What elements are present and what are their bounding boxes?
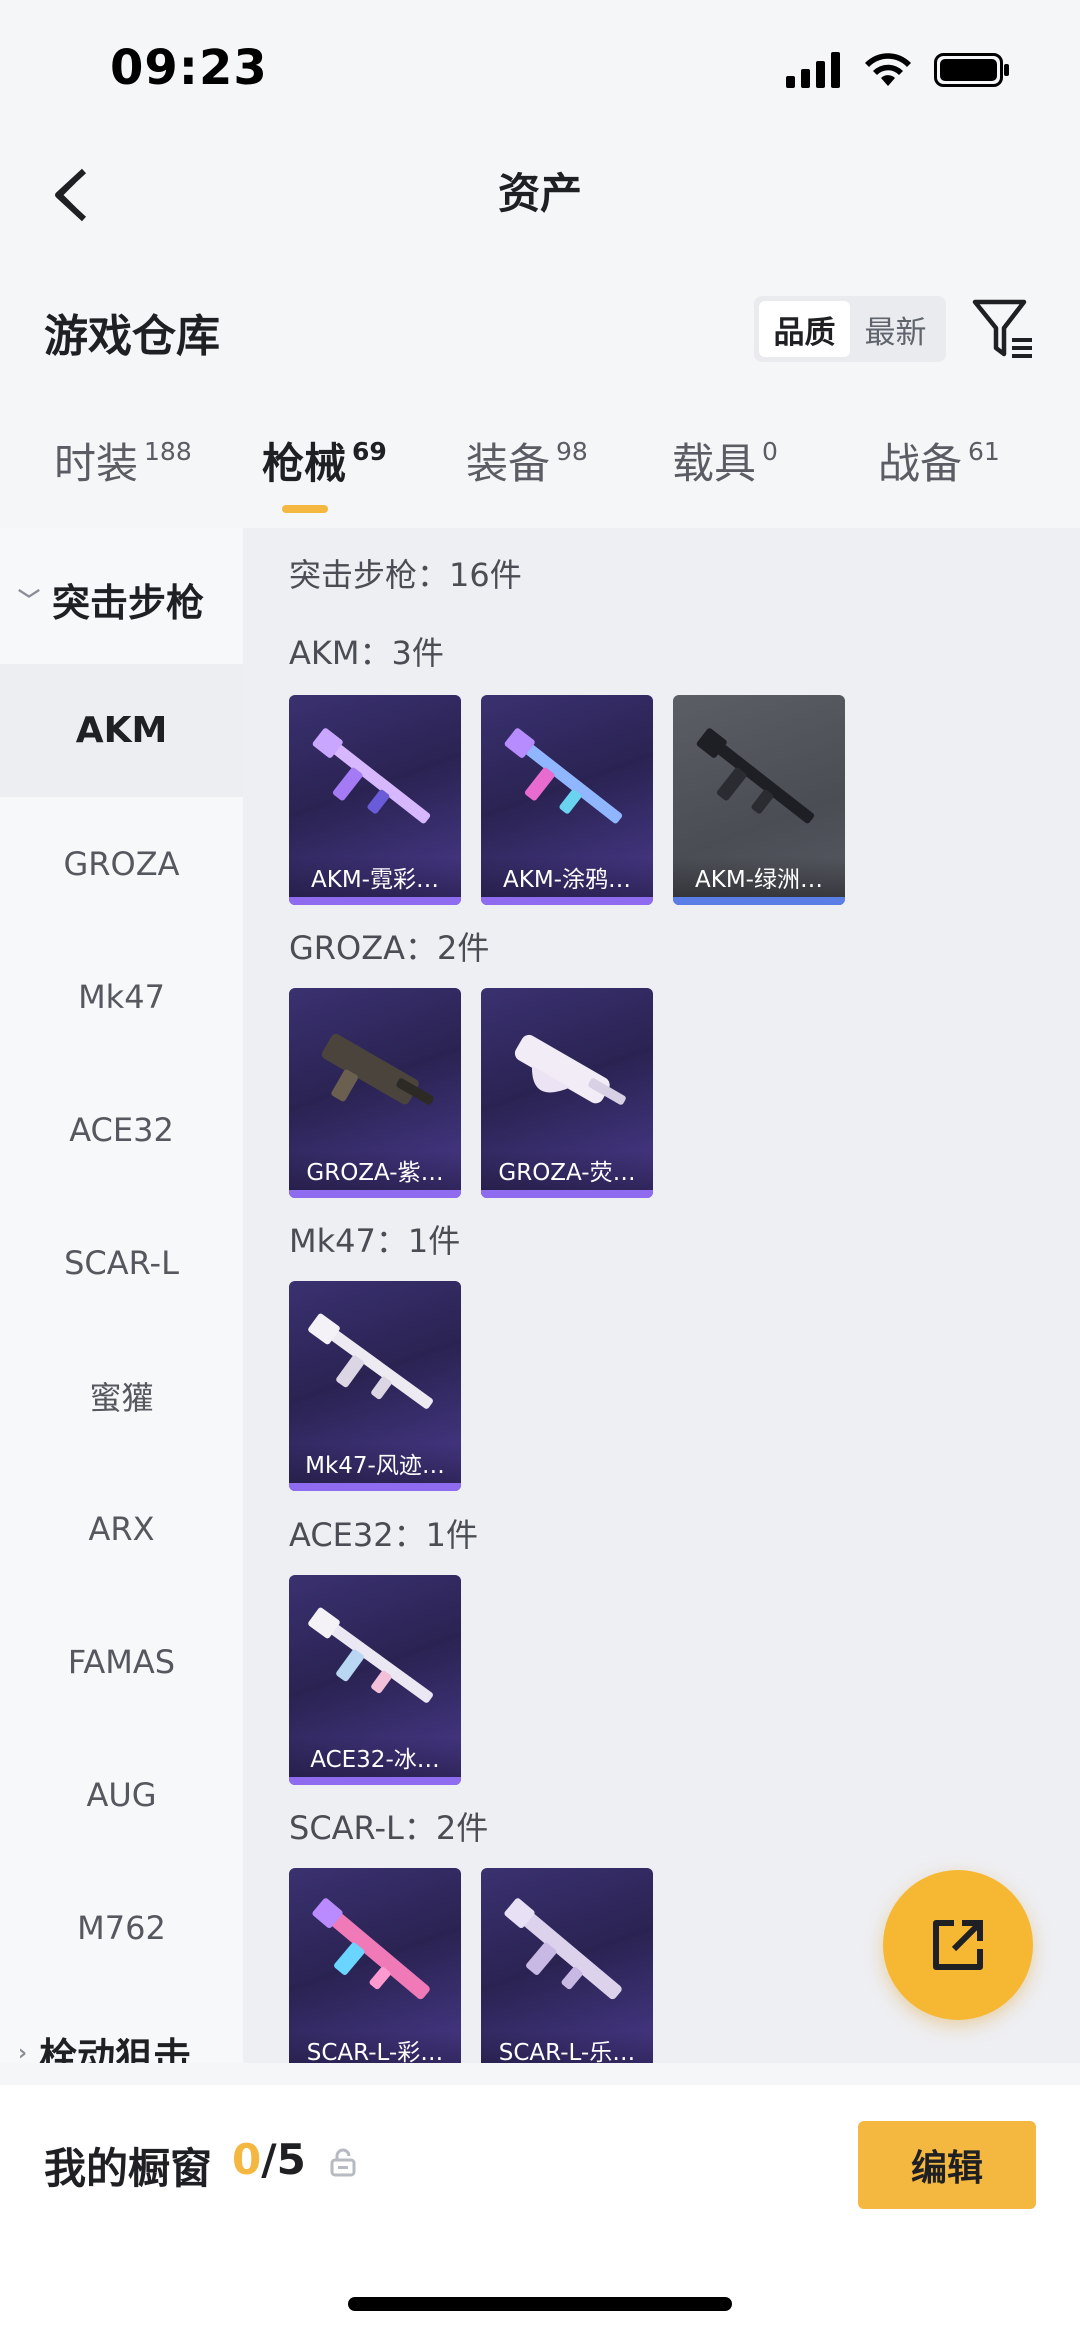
tab-label: 战备 xyxy=(878,439,963,488)
warehouse-title: 游戏仓库 xyxy=(44,311,220,362)
sidebar-group-bolt-action[interactable]: › 栓动狙击 xyxy=(0,1988,243,2064)
nav-bar: 资产 xyxy=(0,130,1080,250)
tab-label: 枪械 xyxy=(262,439,347,488)
tab-equipment[interactable]: 装备 98 xyxy=(466,430,588,520)
tab-count: 0 xyxy=(762,437,778,466)
showcase-total: /5 xyxy=(261,2135,306,2184)
category-tabs: 时装 188 枪械 69 装备 98 载具 0 战备 61 xyxy=(0,430,1080,520)
sidebar-item-groza[interactable]: GROZA xyxy=(0,797,243,930)
tab-count: 69 xyxy=(352,437,387,466)
section-header-ace32: ACE32：1件 xyxy=(289,1516,478,1554)
weapon-card[interactable]: AKM-绿洲… xyxy=(673,695,845,905)
rifle-icon xyxy=(321,1033,434,1105)
weapon-card-name: GROZA-紫… xyxy=(289,1150,461,1190)
tab-supplies[interactable]: 战备 61 xyxy=(878,430,1000,520)
weapon-card[interactable]: ACE32-冰… xyxy=(289,1575,461,1785)
wifi-icon xyxy=(865,53,911,86)
rifle-icon xyxy=(308,1607,433,1703)
weapon-list[interactable]: 突击步枪：16件 AKM：3件 AKM-霓彩… AKM-涂鸦… AKM-绿洲… … xyxy=(243,528,1080,2063)
sidebar-item-arx[interactable]: ARX xyxy=(0,1462,243,1595)
weapon-card-name: Mk47-风迹… xyxy=(289,1443,461,1483)
external-link-icon xyxy=(933,1920,983,1970)
weapon-card[interactable]: SCAR-L-乐… xyxy=(481,1868,653,2063)
weapon-card-name: SCAR-L-乐… xyxy=(481,2030,653,2063)
rifle-icon xyxy=(504,1898,622,2000)
rarity-bar xyxy=(289,1190,461,1198)
share-button[interactable] xyxy=(883,1870,1033,2020)
tab-label: 载具 xyxy=(672,439,757,488)
sidebar-item-m762[interactable]: M762 xyxy=(0,1861,243,1994)
showcase-current: 0 xyxy=(232,2135,262,2184)
section-header-groza: GROZA：2件 xyxy=(289,929,490,967)
sidebar-item-honey-badger[interactable]: 蜜獾 xyxy=(0,1329,243,1462)
status-time: 09:23 xyxy=(110,40,268,96)
chevron-right-icon: › xyxy=(18,2040,28,2064)
active-tab-indicator xyxy=(282,505,328,513)
weapon-sidebar[interactable]: ﹀ 突击步枪 AKM GROZA Mk47 ACE32 SCAR-L 蜜獾 AR… xyxy=(0,528,243,2063)
sidebar-group-label: 突击步枪 xyxy=(52,580,205,625)
sidebar-group-label: 栓动狙击 xyxy=(39,2034,192,2064)
tab-fashion[interactable]: 时装 188 xyxy=(54,430,192,520)
rarity-bar xyxy=(481,1190,653,1198)
weapon-card-name: AKM-涂鸦… xyxy=(481,857,653,897)
rarity-bar xyxy=(289,897,461,905)
section-header-mk47: Mk47：1件 xyxy=(289,1222,461,1260)
chevron-down-icon: ﹀ xyxy=(18,589,41,614)
weapon-card[interactable]: Mk47-风迹… xyxy=(289,1281,461,1491)
tab-vehicles[interactable]: 载具 0 xyxy=(672,430,778,520)
sidebar-item-ace32[interactable]: ACE32 xyxy=(0,1063,243,1196)
rifle-icon xyxy=(312,728,431,824)
tab-count: 61 xyxy=(968,437,1000,466)
tab-label: 装备 xyxy=(466,439,551,488)
rarity-bar xyxy=(481,897,653,905)
rifle-icon xyxy=(308,1313,433,1409)
weapon-card-name: SCAR-L-彩… xyxy=(289,2030,461,2063)
weapon-card-name: ACE32-冰… xyxy=(289,1737,461,1777)
filter-button[interactable] xyxy=(972,298,1034,362)
rifle-icon xyxy=(504,728,623,824)
sidebar-item-akm[interactable]: AKM xyxy=(0,664,243,797)
rarity-bar xyxy=(673,897,845,905)
lock-icon xyxy=(330,2148,356,2177)
sidebar-item-scar-l[interactable]: SCAR-L xyxy=(0,1196,243,1329)
sidebar-group-assault-rifles[interactable]: ﹀ 突击步枪 xyxy=(0,534,243,664)
section-header-scar-l: SCAR-L：2件 xyxy=(289,1809,489,1847)
sort-quality-option[interactable]: 品质 xyxy=(759,301,850,357)
sidebar-item-mk47[interactable]: Mk47 xyxy=(0,930,243,1063)
tab-count: 98 xyxy=(556,437,588,466)
weapon-card[interactable]: AKM-霓彩… xyxy=(289,695,461,905)
weapon-card[interactable]: SCAR-L-彩… xyxy=(289,1868,461,2063)
sort-newest-option[interactable]: 最新 xyxy=(850,301,941,357)
weapon-card-name: GROZA-荧… xyxy=(481,1150,653,1190)
sidebar-item-aug[interactable]: AUG xyxy=(0,1728,243,1861)
category-summary: 突击步枪：16件 xyxy=(289,556,522,594)
sort-toggle: 品质 最新 xyxy=(754,296,946,362)
status-bar: 09:23 xyxy=(0,0,1080,130)
rifle-icon xyxy=(514,1034,626,1105)
tab-count: 188 xyxy=(144,437,192,466)
rifle-icon xyxy=(312,1898,430,2000)
weapon-card-name: AKM-绿洲… xyxy=(673,857,845,897)
signal-icon xyxy=(786,52,840,88)
sidebar-item-famas[interactable]: FAMAS xyxy=(0,1595,243,1728)
rarity-bar xyxy=(289,1483,461,1491)
page-title: 资产 xyxy=(497,169,582,218)
tab-label: 时装 xyxy=(54,439,139,488)
rarity-bar xyxy=(289,1777,461,1785)
weapon-card[interactable]: AKM-涂鸦… xyxy=(481,695,653,905)
section-header-akm: AKM：3件 xyxy=(289,634,444,672)
showcase-label: 我的橱窗 xyxy=(44,2144,213,2193)
home-indicator xyxy=(348,2297,732,2311)
filter-icon xyxy=(972,299,1032,358)
showcase-count: 0/5 xyxy=(232,2135,306,2184)
status-icons xyxy=(786,50,1010,90)
rifle-icon xyxy=(696,728,815,824)
weapon-card[interactable]: GROZA-紫… xyxy=(289,988,461,1198)
weapon-card-name: AKM-霓彩… xyxy=(289,857,461,897)
weapon-card[interactable]: GROZA-荧… xyxy=(481,988,653,1198)
edit-button[interactable]: 编辑 xyxy=(858,2121,1036,2209)
battery-icon xyxy=(934,53,1009,87)
